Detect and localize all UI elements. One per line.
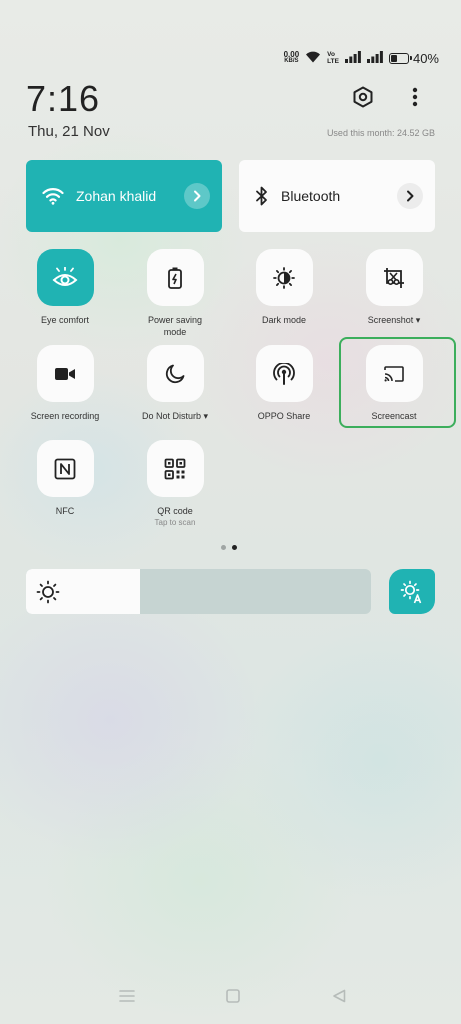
toggle-nfc[interactable]: NFC: [10, 440, 120, 517]
toggle-screen-recording[interactable]: Screen recording: [10, 345, 120, 422]
toggle-sublabel: Tap to scan: [154, 518, 196, 527]
toggle-label: Power saving mode: [148, 314, 202, 338]
signal-icon-2: [366, 50, 383, 66]
toggle-do-not-disturb[interactable]: Do Not Disturb ▾: [120, 345, 230, 422]
toggle-power-saving[interactable]: Power saving mode: [120, 249, 230, 338]
chevron-right-icon: [407, 190, 414, 202]
sun-icon: [36, 580, 60, 604]
toggle-qr-code[interactable]: QR code Tap to scan: [120, 440, 230, 527]
toggle-oppo-share[interactable]: OPPO Share: [229, 345, 339, 422]
video-camera-icon: [55, 367, 75, 380]
network-speed-unit: KB/S: [284, 58, 299, 64]
wifi-details-button[interactable]: [184, 183, 210, 209]
nfc-icon-box[interactable]: [36, 440, 94, 497]
qr-code-icon-box[interactable]: [146, 440, 204, 497]
share-signal-icon: [273, 362, 295, 385]
page-dot-2[interactable]: [232, 545, 237, 550]
screen-recording-icon-box[interactable]: [36, 345, 94, 402]
home-square-icon: [226, 989, 240, 1003]
toggle-label: OPPO Share: [257, 411, 311, 421]
more-options-button[interactable]: [400, 82, 430, 112]
bluetooth-label: Bluetooth: [281, 188, 341, 204]
wifi-tile[interactable]: Zohan khalid: [26, 160, 222, 232]
wifi-network-name: Zohan khalid: [76, 188, 157, 204]
dark-mode-icon-box[interactable]: [255, 249, 313, 306]
toggle-label-line2: mode: [163, 327, 187, 337]
toggle-dark-mode[interactable]: Dark mode: [229, 249, 339, 326]
toggle-label: Dark mode: [261, 315, 306, 325]
toggle-eye-comfort[interactable]: Eye comfort: [10, 249, 120, 326]
screenshot-icon: [384, 267, 404, 288]
moon-icon: [165, 364, 185, 383]
home-button[interactable]: [221, 984, 245, 1008]
volte-bottom: LTE: [327, 58, 339, 65]
auto-brightness-button[interactable]: [389, 569, 435, 614]
battery-icon: [168, 267, 182, 289]
page-indicator[interactable]: [221, 545, 237, 550]
brightness-slider[interactable]: [26, 569, 371, 614]
bluetooth-icon: [256, 186, 267, 206]
network-speed-value: 0.00: [283, 50, 300, 59]
auto-brightness-icon: [400, 580, 422, 603]
toggle-label: QR code: [157, 506, 193, 516]
network-speed: 0.00 KB/S: [284, 51, 300, 65]
status-bar: 0.00 KB/S Vo LTE 40%: [284, 48, 439, 68]
toggle-label: Eye comfort: [40, 315, 89, 325]
settings-hexagon-icon: [353, 86, 373, 108]
back-triangle-icon: [333, 989, 346, 1003]
settings-button[interactable]: [348, 82, 378, 112]
bluetooth-tile[interactable]: Bluetooth: [239, 160, 435, 232]
toggle-label: Do Not Disturb ▾: [141, 411, 209, 421]
power-saving-icon-box[interactable]: [146, 249, 204, 306]
menu-lines-icon: [119, 990, 135, 1002]
qr-code-icon: [164, 458, 186, 479]
navigation-bar: [0, 984, 461, 1008]
toggle-screenshot[interactable]: Screenshot ▾: [339, 249, 449, 326]
nfc-icon: [54, 458, 76, 479]
battery-status: 40%: [388, 50, 439, 66]
volte-indicator: Vo LTE: [327, 51, 339, 65]
do-not-disturb-icon-box[interactable]: [146, 345, 204, 402]
wifi-icon: [42, 188, 64, 205]
dark-mode-icon: [273, 266, 295, 289]
battery-percent: 40%: [412, 50, 439, 66]
clock[interactable]: 7:16: [26, 78, 100, 120]
page-dot-1[interactable]: [221, 545, 226, 550]
toggle-label: Screen recording: [30, 411, 100, 421]
eye-icon: [52, 266, 78, 286]
volte-top: Vo: [327, 51, 335, 58]
signal-icon: [344, 50, 361, 66]
battery-level-fill: [390, 54, 398, 62]
toggle-label: NFC: [55, 506, 75, 516]
toggle-label-line1: Power saving: [147, 315, 203, 325]
back-button[interactable]: [327, 984, 351, 1008]
screencast-highlight-box: [339, 337, 456, 428]
bluetooth-details-button[interactable]: [397, 183, 423, 209]
wifi-status-icon: [305, 50, 321, 66]
eye-comfort-icon-box[interactable]: [36, 249, 94, 306]
screenshot-icon-box[interactable]: [365, 249, 423, 306]
oppo-share-icon-box[interactable]: [255, 345, 313, 402]
toggle-label: Screenshot ▾: [367, 315, 421, 325]
recents-button[interactable]: [115, 984, 139, 1008]
battery-icon: [388, 52, 412, 64]
more-vertical-icon: [412, 87, 418, 107]
data-usage: Used this month: 24.52 GB: [326, 128, 435, 138]
chevron-right-icon: [194, 190, 201, 202]
date[interactable]: Thu, 21 Nov: [28, 123, 110, 140]
